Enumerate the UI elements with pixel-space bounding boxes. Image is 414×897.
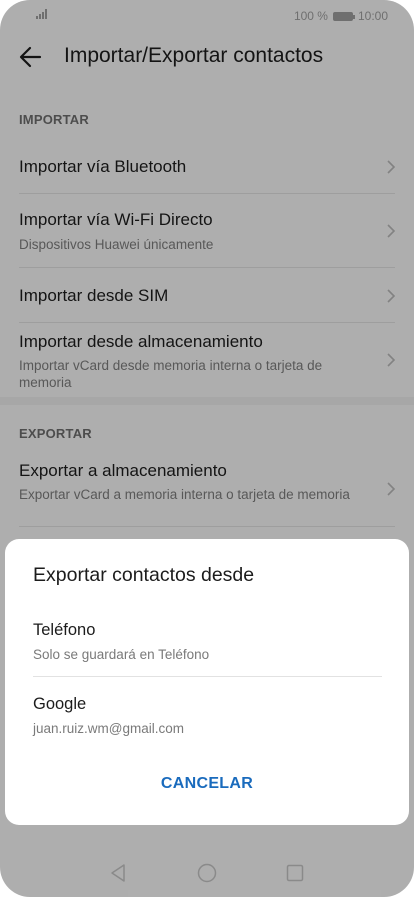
circle-home-icon[interactable] (196, 862, 218, 884)
export-dialog: Exportar contactos desde Teléfono Solo s… (5, 539, 409, 825)
option-subtitle: juan.ruiz.wm@gmail.com (33, 721, 184, 736)
cancel-button[interactable]: CANCELAR (5, 775, 409, 811)
triangle-back-icon[interactable] (107, 862, 129, 884)
divider (33, 676, 382, 677)
option-title: Teléfono (33, 621, 96, 639)
option-title: Google (33, 695, 87, 713)
option-google[interactable]: Google juan.ruiz.wm@gmail.com (5, 685, 409, 755)
option-subtitle: Solo se guardará en Teléfono (33, 647, 210, 662)
phone-screen: 100 % 10:00 Importar/Exportar contactos … (0, 0, 414, 897)
dialog-title: Exportar contactos desde (33, 564, 255, 586)
option-phone[interactable]: Teléfono Solo se guardará en Teléfono (5, 611, 409, 681)
navigation-bar (0, 852, 414, 897)
square-recents-icon[interactable] (284, 862, 306, 884)
